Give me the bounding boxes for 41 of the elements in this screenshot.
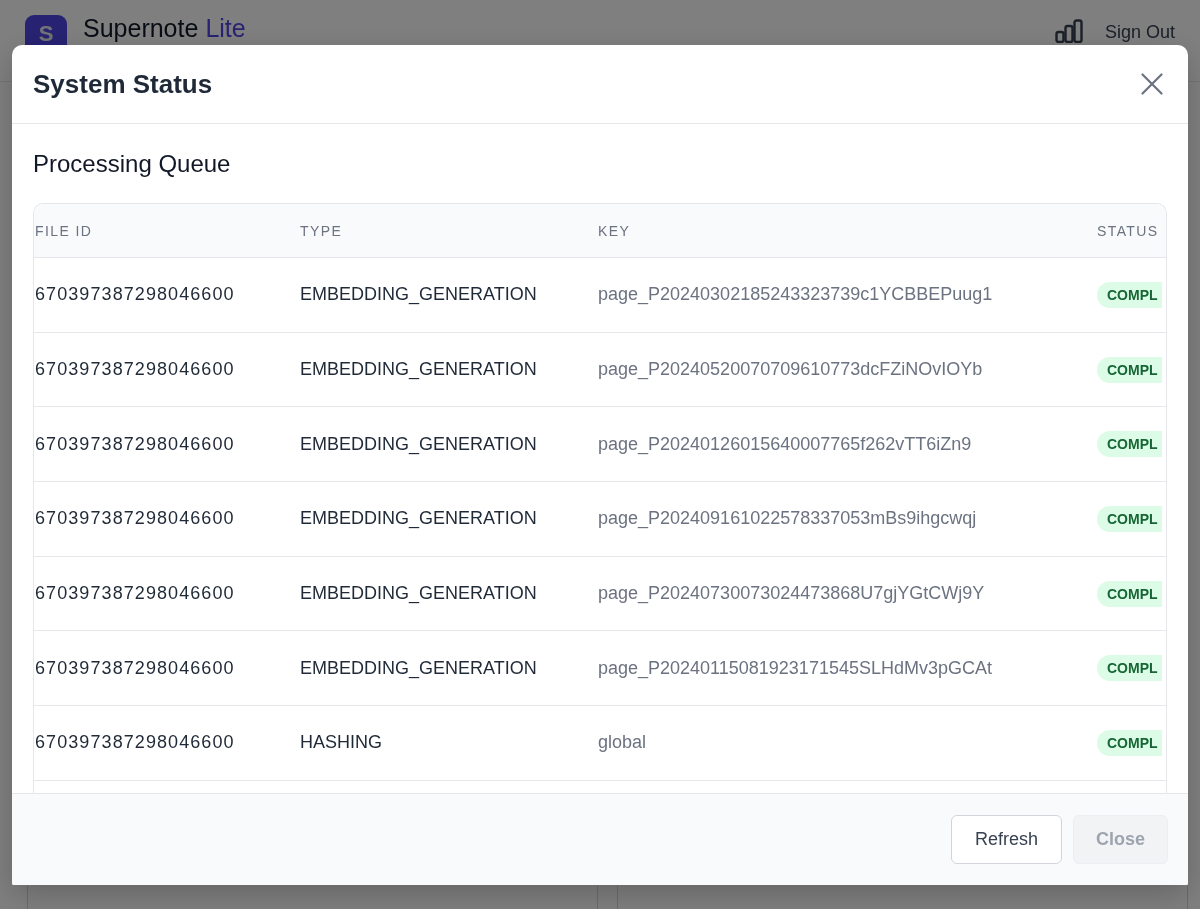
app-logo: S — [25, 15, 67, 45]
table-cell: 670397387298046600 — [35, 284, 235, 305]
status-badge: COMPL — [1097, 505, 1162, 532]
table-cell: EMBEDDING_GENERATION — [300, 657, 537, 678]
status-badge: COMPL — [1097, 281, 1162, 308]
table-cell: global — [598, 732, 647, 753]
status-badge: COMPL — [1097, 356, 1162, 383]
table-cell: EMBEDDING_GENERATION — [300, 284, 537, 305]
table-cell: 670397387298046600 — [35, 732, 235, 753]
status-badge: COMPL — [1097, 431, 1162, 458]
bar-chart-icon[interactable] — [1054, 19, 1083, 43]
table-cell: 670397387298046600 — [35, 359, 235, 380]
sign-out-button[interactable]: Sign Out — [1104, 22, 1175, 42]
column-header: FILE ID — [35, 222, 93, 239]
close-icon[interactable] — [1141, 73, 1163, 95]
table-cell: page_P202409161022578337053mBs9ihgcwqj — [598, 508, 977, 529]
table-cell: 670397387298046600 — [35, 583, 235, 604]
section-title: Processing Queue — [33, 150, 232, 178]
status-badge: COMPL — [1097, 655, 1162, 682]
table-cell: 670397387298046600 — [35, 657, 235, 678]
secondary-button[interactable]: Refresh — [950, 815, 1062, 864]
table-cell: 670397387298046600 — [35, 508, 235, 529]
table-cell: page_P20240520070709610773dcFZiNOvIOYb — [598, 359, 983, 380]
column-header: STATUS — [1097, 222, 1159, 239]
status-badge: COMPL — [1097, 580, 1162, 607]
status-badge: COMPL — [1097, 729, 1162, 756]
table-cell: page_P20240115081923171545SLHdMv3pGCAt — [598, 657, 992, 678]
table-cell: page_P20240126015640007765f262vTT6iZn9 — [598, 433, 972, 454]
table-cell: 670397387298046600 — [35, 433, 235, 454]
table-cell: page_P20240730073024473868U7gjYGtCWj9Y — [598, 583, 985, 604]
table-cell: EMBEDDING_GENERATION — [300, 583, 537, 604]
dialog-title: System Status — [33, 68, 213, 100]
app-name-suffix: Lite — [205, 15, 246, 41]
table-cell: HASHING — [300, 732, 382, 753]
table-cell: EMBEDDING_GENERATION — [300, 433, 537, 454]
column-header: KEY — [598, 222, 631, 239]
table-cell: EMBEDDING_GENERATION — [300, 508, 537, 529]
table-cell: page_P20240302185243323739c1YCBBEPuug1 — [598, 284, 993, 305]
table-cell: EMBEDDING_GENERATION — [300, 359, 537, 380]
app-name: Supernote — [83, 15, 199, 41]
column-header: TYPE — [300, 222, 343, 239]
